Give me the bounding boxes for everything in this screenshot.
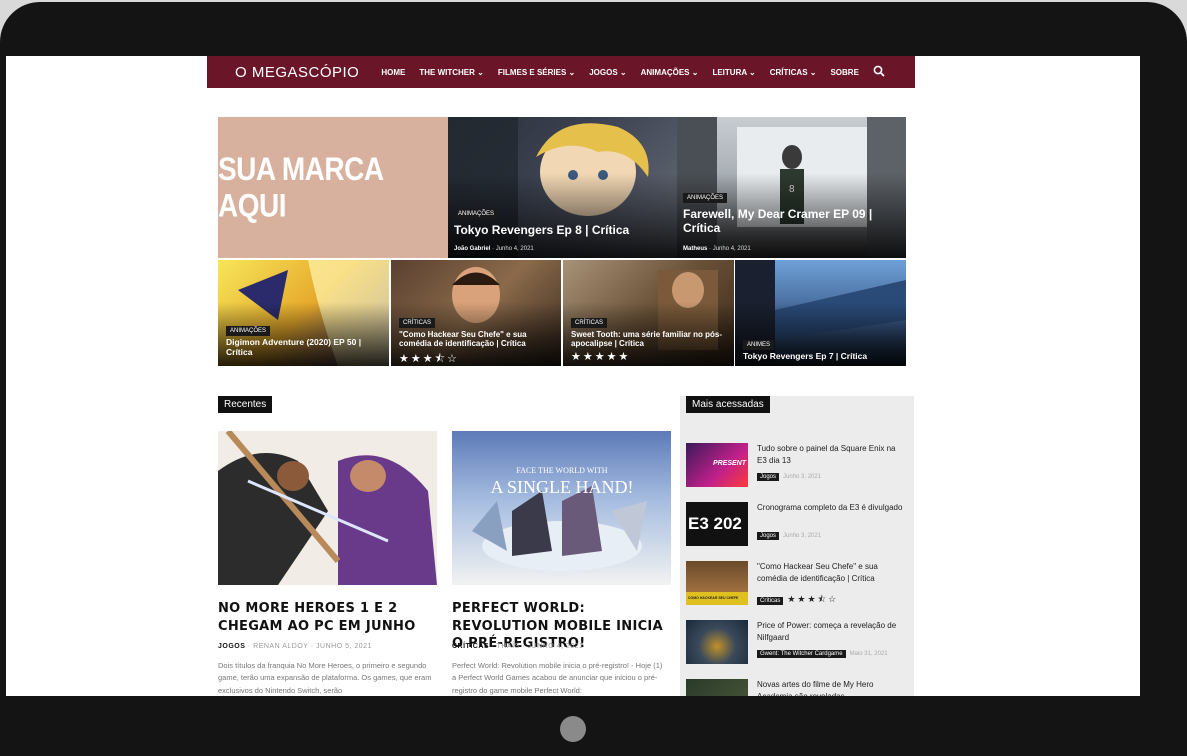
popular-thumb[interactable] <box>686 620 748 664</box>
menu-item-home[interactable]: HOME <box>381 68 405 77</box>
menu-item-sobre[interactable]: SOBRE <box>830 68 858 77</box>
section-label-recentes: Recentes <box>218 396 273 413</box>
post-image-perfect-world[interactable]: FACE THE WORLD WITH A SINGLE HAND! <box>452 431 671 585</box>
popular-thumb[interactable]: E3 202 <box>686 502 748 546</box>
hero-date: Junho 4, 2021 <box>495 246 534 252</box>
menu-item-filmes-series[interactable]: FILMES E SÉRIES ⌄ <box>498 68 575 77</box>
hero-title[interactable]: Sweet Tooth: uma série familiar no pós-a… <box>571 330 726 348</box>
hero-post-digimon[interactable]: Animações Digimon Adventure (2020) EP 50… <box>218 260 389 366</box>
rating-stars: ★★★⯪☆ <box>787 594 839 604</box>
hero-title[interactable]: Digimon Adventure (2020) EP 50 | Crítica <box>226 337 381 358</box>
popular-item[interactable]: PRESENT Tudo sobre o painel da Square En… <box>686 443 910 493</box>
rating-stars: ★★★⯪☆ <box>399 353 459 365</box>
popular-category[interactable]: Críticas <box>757 597 784 605</box>
hero-tag[interactable]: Críticas <box>399 318 436 328</box>
banner-text-2: A SINGLE HAND! <box>491 477 634 497</box>
popular-title[interactable]: "Como Hackear Seu Chefe" e sua comédia d… <box>757 561 907 584</box>
popular-category[interactable]: Jogos <box>757 532 780 540</box>
hero-post-como-hackear[interactable]: Críticas "Como Hackear Seu Chefe" e sua … <box>391 260 561 366</box>
post-excerpt: Dois títulos da franquia No More Heroes,… <box>218 661 432 695</box>
main-menu: HOME THE WITCHER ⌄ FILMES E SÉRIES ⌄ JOG… <box>381 68 859 77</box>
menu-item-the-witcher[interactable]: THE WITCHER ⌄ <box>419 68 483 77</box>
popular-thumb[interactable]: PRESENT <box>686 443 748 487</box>
post-title[interactable]: NO MORE HEROES 1 E 2 CHEGAM AO PC EM JUN… <box>218 600 438 635</box>
home-button[interactable] <box>560 716 586 742</box>
browser-screen: O MEGASCÓPIO HOME THE WITCHER ⌄ FILMES E… <box>6 56 1140 696</box>
popular-meta: Críticas ★★★⯪☆ <box>757 592 838 608</box>
section-label-mais-acessadas: Mais acessadas <box>686 396 770 413</box>
hero-title[interactable]: Tokyo Revengers Ep 8 | Crítica <box>454 223 664 238</box>
post-date: JUNHO 4, 2021 <box>527 643 584 650</box>
menu-item-animacoes[interactable]: ANIMAÇÕES ⌄ <box>641 68 699 77</box>
hero-meta: Matheus · Junho 4, 2021 <box>683 246 751 252</box>
popular-meta: Gwent: The Witcher Cardgame Maio 31, 2021 <box>757 650 888 658</box>
post-image-no-more-heroes[interactable] <box>218 431 437 585</box>
top-navbar: O MEGASCÓPIO HOME THE WITCHER ⌄ FILMES E… <box>207 56 915 88</box>
popular-date: Junho 3, 2021 <box>783 533 822 539</box>
popular-title[interactable]: Tudo sobre o painel da Square Enix na E3… <box>757 443 907 466</box>
thumb-text: PRESENT <box>712 460 746 467</box>
banner-text-1: FACE THE WORLD WITH <box>516 466 607 475</box>
post-date: JUNHO 5, 2021 <box>316 643 372 650</box>
popular-item[interactable]: COMO HACKEAR SEU CHEFE "Como Hackear Seu… <box>686 561 910 611</box>
popular-title[interactable]: Novas artes do filme de My Hero Academia… <box>757 679 907 696</box>
popular-thumb[interactable] <box>686 679 748 696</box>
hero-tag[interactable]: Animações <box>454 209 499 219</box>
popular-category[interactable]: Gwent: The Witcher Cardgame <box>757 650 846 658</box>
popular-date: Junho 3, 2021 <box>783 474 822 480</box>
popular-item[interactable]: E3 202 Cronograma completo da E3 é divul… <box>686 502 910 552</box>
menu-item-leitura[interactable]: LEITURA ⌄ <box>712 68 755 77</box>
popular-category[interactable]: Jogos <box>757 473 780 481</box>
rating-stars: ★★★★★ <box>571 351 631 363</box>
hero-post-farewell-cramer[interactable]: 8 Animações Farewell, My Dear Cramer EP … <box>677 117 906 258</box>
hero-date: Junho 4, 2021 <box>712 246 751 252</box>
popular-date: Maio 31, 2021 <box>849 651 888 657</box>
hero-post-tokyo-ep7[interactable]: Animes Tokyo Revengers Ep 7 | Crítica <box>735 260 906 366</box>
post-category[interactable]: JOGOS <box>218 643 245 650</box>
hero-tag[interactable]: Críticas <box>571 318 608 328</box>
menu-item-criticas[interactable]: CRÍTICAS ⌄ <box>770 68 817 77</box>
thumb-text: E3 202 <box>688 514 742 533</box>
hero-post-tokyo-ep8[interactable]: Animações Tokyo Revengers Ep 8 | Crítica… <box>448 117 677 258</box>
post-author[interactable]: THAÍS <box>497 643 520 650</box>
hero-title[interactable]: Farewell, My Dear Cramer EP 09 | Crítica <box>683 207 893 236</box>
hero-author[interactable]: João Gabriel <box>454 246 490 252</box>
post-meta: JOGOS · RENAN ALDOY · JUNHO 5, 2021 <box>218 643 372 650</box>
menu-item-jogos[interactable]: JOGOS ⌄ <box>589 68 626 77</box>
popular-item[interactable]: Novas artes do filme de My Hero Academia… <box>686 679 910 696</box>
hero-title[interactable]: Tokyo Revengers Ep 7 | Crítica <box>743 351 898 362</box>
hero-meta: João Gabriel · Junho 4, 2021 <box>454 246 534 252</box>
search-icon[interactable] <box>873 65 885 80</box>
post-image: FACE THE WORLD WITH A SINGLE HAND! <box>472 466 647 571</box>
popular-meta: Jogos Junho 3, 2021 <box>757 532 822 540</box>
hero-title[interactable]: "Como Hackear Seu Chefe" e sua comédia d… <box>399 330 554 348</box>
hero-author[interactable]: Matheus <box>683 246 707 252</box>
popular-title[interactable]: Cronograma completo da E3 é divulgado <box>757 502 907 514</box>
site-logo[interactable]: O MEGASCÓPIO <box>235 64 359 81</box>
popular-title[interactable]: Price of Power: começa a revelação de Ni… <box>757 620 907 643</box>
thumb-text: COMO HACKEAR SEU CHEFE <box>688 596 739 600</box>
hero-tag[interactable]: Animações <box>683 193 728 203</box>
post-author[interactable]: RENAN ALDOY <box>253 643 308 650</box>
hero-tag[interactable]: Animes <box>743 340 775 350</box>
ad-banner-text: SUA MARCA AQUI <box>218 150 383 224</box>
post-excerpt: Perfect World: Revolution mobile inicia … <box>452 661 663 695</box>
post-image <box>218 431 437 585</box>
post-meta: CRÍTICAS · THAÍS · JUNHO 4, 2021 <box>452 643 584 650</box>
ad-banner[interactable]: SUA MARCA AQUI <box>218 117 448 258</box>
post-category[interactable]: CRÍTICAS <box>452 643 489 650</box>
hero-tag[interactable]: Animações <box>226 326 271 336</box>
popular-item[interactable]: Price of Power: começa a revelação de Ni… <box>686 620 910 670</box>
popular-meta: Jogos Junho 3, 2021 <box>757 473 822 481</box>
popular-thumb[interactable]: COMO HACKEAR SEU CHEFE <box>686 561 748 605</box>
hero-post-sweet-tooth[interactable]: Críticas Sweet Tooth: uma série familiar… <box>563 260 734 366</box>
